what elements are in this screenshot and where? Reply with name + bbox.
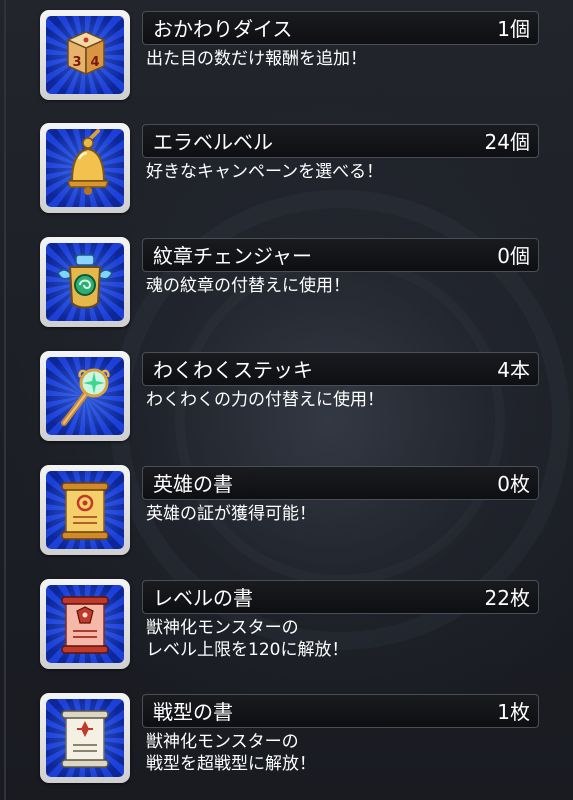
item-count: 1枚 (497, 700, 530, 724)
level-scroll-icon (61, 596, 109, 654)
list-item-okawari-dice[interactable]: 3 4 おかわりダイス 1個 出た目の数だけ報酬を追加！ (40, 10, 540, 110)
list-border (4, 0, 6, 800)
item-name-bar: レベルの書 22枚 (142, 580, 539, 614)
item-icon-frame (40, 351, 130, 441)
item-name-bar: 戦型の書 1枚 (142, 694, 539, 728)
item-name: レベルの書 (153, 586, 253, 610)
emblem-changer-icon (57, 254, 113, 309)
item-count: 22枚 (484, 586, 530, 610)
item-name-bar: 英雄の書 0枚 (142, 466, 539, 500)
item-icon-frame (40, 237, 130, 327)
hero-scroll-icon (61, 482, 109, 540)
item-description: 英雄の証が獲得可能！ (146, 504, 316, 524)
magic-wand-icon (61, 368, 110, 426)
item-description: 好きなキャンペーンを選べる！ (146, 162, 384, 182)
list-item-emblem-changer[interactable]: 紋章チェンジャー 0個 魂の紋章の付替えに使用！ (40, 237, 540, 337)
svg-text:3: 3 (72, 55, 81, 70)
item-icon-frame (40, 579, 130, 669)
item-name-bar: おかわりダイス 1個 (142, 11, 539, 45)
item-name: 英雄の書 (153, 472, 233, 496)
item-name: わくわくステッキ (153, 358, 313, 382)
bell-icon (66, 129, 110, 195)
item-name-bar: 紋章チェンジャー 0個 (142, 238, 539, 272)
item-icon-frame (40, 465, 130, 555)
item-icon-frame (40, 693, 130, 783)
list-item-wakuwaku-stick[interactable]: わくわくステッキ 4本 わくわくの力の付替えに使用！ (40, 351, 540, 451)
item-description: 出た目の数だけ報酬を追加！ (146, 49, 367, 69)
item-count: 4本 (497, 358, 530, 382)
list-item-hero-book[interactable]: 英雄の書 0枚 英雄の証が獲得可能！ (40, 465, 540, 565)
item-count: 0枚 (497, 472, 530, 496)
item-icon-frame (40, 123, 130, 213)
item-count: 0個 (497, 244, 530, 268)
item-count: 1個 (497, 17, 530, 41)
item-description: 獣神化モンスターの 戦型を超戦型に解放！ (146, 732, 316, 774)
item-name: 戦型の書 (153, 700, 233, 724)
dice-icon: 3 4 (66, 31, 106, 76)
item-icon-frame: 3 4 (40, 10, 130, 100)
item-count: 24個 (484, 130, 530, 154)
item-name: 紋章チェンジャー (153, 244, 312, 268)
list-item-erabel-bell[interactable]: エラベルベル 24個 好きなキャンペーンを選べる！ (40, 123, 540, 223)
item-description: 魂の紋章の付替えに使用！ (146, 276, 350, 296)
item-name-bar: エラベルベル 24個 (142, 124, 539, 158)
item-description: わくわくの力の付替えに使用！ (146, 390, 384, 410)
list-item-level-book[interactable]: レベルの書 22枚 獣神化モンスターの レベル上限を120に解放！ (40, 579, 540, 679)
item-name-bar: わくわくステッキ 4本 (142, 352, 539, 386)
svg-text:4: 4 (90, 55, 99, 70)
battle-type-scroll-icon (61, 710, 109, 768)
item-description: 獣神化モンスターの レベル上限を120に解放！ (146, 618, 349, 660)
list-item-battle-type-book[interactable]: 戦型の書 1枚 獣神化モンスターの 戦型を超戦型に解放！ (40, 693, 540, 793)
item-name: おかわりダイス (153, 17, 293, 41)
item-name: エラベルベル (153, 130, 273, 154)
